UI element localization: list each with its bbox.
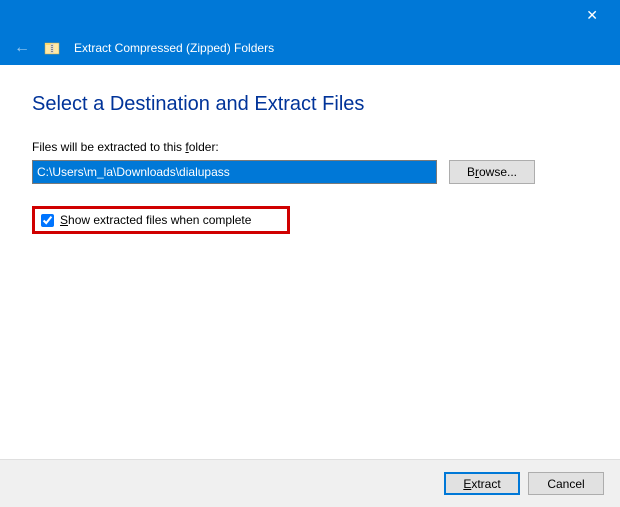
browse-post: owse... xyxy=(479,165,517,179)
wizard-title: Extract Compressed (Zipped) Folders xyxy=(74,41,274,55)
wizard-header: ← Extract Compressed (Zipped) Folders xyxy=(0,30,620,65)
titlebar: ✕ xyxy=(0,0,620,30)
show-extracted-label[interactable]: Show extracted files when complete xyxy=(60,213,251,227)
wizard-footer: Extract Cancel xyxy=(0,459,620,507)
checkbox-text: how extracted files when complete xyxy=(68,213,251,227)
zipped-folder-icon xyxy=(44,40,60,56)
checkbox-accel: S xyxy=(60,213,68,227)
folder-label-pre: Files will be extracted to this xyxy=(32,140,185,154)
extract-button[interactable]: Extract xyxy=(444,472,520,495)
content-area: Select a Destination and Extract Files F… xyxy=(0,65,620,234)
page-heading: Select a Destination and Extract Files xyxy=(32,93,588,116)
destination-path-input[interactable] xyxy=(32,160,437,184)
browse-pre: B xyxy=(467,165,475,179)
show-extracted-highlight: Show extracted files when complete xyxy=(32,206,290,234)
close-icon[interactable]: ✕ xyxy=(576,3,608,28)
extract-text: xtract xyxy=(471,477,500,491)
browse-button[interactable]: Browse... xyxy=(449,160,535,184)
cancel-button[interactable]: Cancel xyxy=(528,472,604,495)
back-arrow-icon: ← xyxy=(14,39,30,57)
folder-label-post: older: xyxy=(189,140,219,154)
path-row: Browse... xyxy=(32,160,588,184)
folder-label: Files will be extracted to this folder: xyxy=(32,140,588,154)
show-extracted-checkbox[interactable] xyxy=(41,214,54,227)
